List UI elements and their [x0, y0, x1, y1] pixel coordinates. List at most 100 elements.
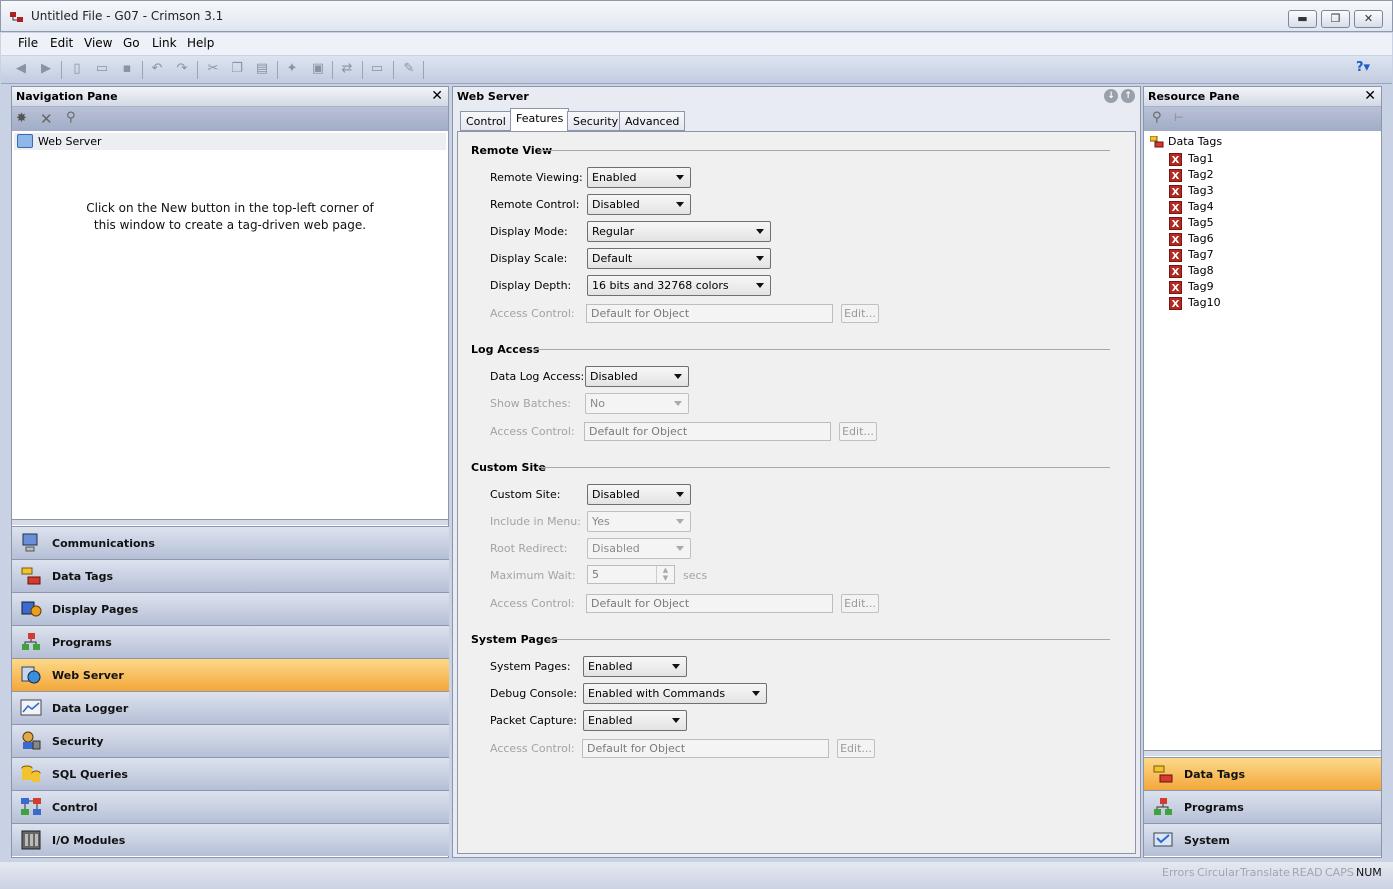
status-num: NUM: [1356, 866, 1382, 879]
programs-icon: [1154, 798, 1172, 815]
data-log-access-select[interactable]: Disabled: [585, 366, 689, 387]
tools-icon[interactable]: ✎: [401, 61, 417, 77]
tag-item[interactable]: X Tag9: [1169, 279, 1221, 295]
splitter-handle[interactable]: [1144, 750, 1381, 756]
resource-programs[interactable]: Programs: [1144, 790, 1381, 823]
tag-item[interactable]: X Tag5: [1169, 215, 1221, 231]
undo-icon[interactable]: ↶: [149, 61, 165, 77]
new-item-icon[interactable]: ✸: [16, 111, 27, 126]
custom-site-select[interactable]: Disabled: [587, 484, 691, 505]
back-icon[interactable]: ◀: [13, 61, 29, 77]
previous-icon[interactable]: ↑: [1121, 89, 1135, 103]
data-tags-icon: [1153, 765, 1173, 783]
help-icon[interactable]: ?▾: [1356, 60, 1382, 78]
nav-security[interactable]: Security: [12, 724, 449, 757]
resource-system[interactable]: System: [1144, 823, 1381, 856]
access-control-field[interactable]: Default for Object: [584, 422, 831, 441]
access-control-label: Access Control:: [490, 425, 575, 438]
include-in-menu-select[interactable]: Yes: [587, 511, 691, 532]
tag-item[interactable]: X Tag6: [1169, 231, 1221, 247]
editor-header: Web Server ↓ ↑: [453, 87, 1140, 107]
nav-sql-queries[interactable]: SQL Queries: [12, 757, 449, 790]
packet-capture-select[interactable]: Enabled: [583, 710, 687, 731]
cut-icon[interactable]: ✂: [205, 61, 221, 77]
new-file-icon[interactable]: ▯: [69, 61, 85, 77]
access-control-field[interactable]: Default for Object: [582, 739, 829, 758]
open-file-icon[interactable]: ▭: [94, 61, 110, 77]
menu-file[interactable]: File: [18, 36, 38, 50]
nav-web-server[interactable]: Web Server: [12, 658, 449, 691]
system-pages-select[interactable]: Enabled: [583, 656, 687, 677]
copy-icon[interactable]: ❐: [229, 61, 245, 77]
tab-control[interactable]: Control: [460, 111, 512, 131]
forward-icon[interactable]: ▶: [38, 61, 54, 77]
tag-item[interactable]: X Tag8: [1169, 263, 1221, 279]
display-depth-select[interactable]: 16 bits and 32768 colors: [587, 275, 771, 296]
nav-data-tags[interactable]: Data Tags: [12, 559, 449, 592]
tag-label: Tag2: [1188, 168, 1214, 181]
tag-item[interactable]: X Tag4: [1169, 199, 1221, 215]
show-batches-select[interactable]: No: [585, 393, 689, 414]
restore-button[interactable]: ❐: [1321, 10, 1350, 28]
nav-communications[interactable]: Communications: [12, 526, 449, 559]
tag-item[interactable]: X Tag7: [1169, 247, 1221, 263]
nav-programs[interactable]: Programs: [12, 625, 449, 658]
toolbar-separator: [197, 61, 198, 79]
access-edit-button[interactable]: Edit...: [841, 594, 879, 613]
tag-item[interactable]: X Tag1: [1169, 151, 1221, 167]
close-pane-icon[interactable]: ✕: [1364, 88, 1376, 104]
access-edit-button[interactable]: Edit...: [837, 739, 875, 758]
wait-spinner-arrows[interactable]: ▲ ▼: [656, 566, 674, 583]
section-system-pages: System Pages: [471, 633, 558, 646]
link-icon[interactable]: ⇄: [339, 61, 355, 77]
tree-item-web-server[interactable]: Web Server: [14, 133, 446, 150]
menu-go[interactable]: Go: [123, 36, 140, 50]
resource-data-tags[interactable]: Data Tags: [1144, 757, 1381, 790]
menu-link[interactable]: Link: [152, 36, 177, 50]
display-mode-label: Display Mode:: [490, 225, 568, 238]
include-in-menu-label: Include in Menu:: [490, 515, 581, 528]
tag-item[interactable]: X Tag2: [1169, 167, 1221, 183]
access-control-field[interactable]: Default for Object: [586, 594, 833, 613]
smart-edit-icon[interactable]: ✦: [284, 61, 300, 77]
tag-item[interactable]: X Tag10: [1169, 295, 1221, 311]
menu-help[interactable]: Help: [187, 36, 214, 50]
find-icon[interactable]: ⚲: [1152, 110, 1162, 125]
splitter-handle[interactable]: [12, 519, 448, 525]
minimize-button[interactable]: ▬: [1288, 10, 1317, 28]
root-redirect-select[interactable]: Disabled: [587, 538, 691, 559]
display-mode-select[interactable]: Regular: [587, 221, 771, 242]
next-icon[interactable]: ↓: [1104, 89, 1118, 103]
tab-advanced[interactable]: Advanced: [619, 111, 686, 131]
nav-data-logger[interactable]: Data Logger: [12, 691, 449, 724]
remote-control-select[interactable]: Disabled: [587, 194, 691, 215]
tag-item[interactable]: X Tag3: [1169, 183, 1221, 199]
close-window-button[interactable]: ✕: [1354, 10, 1383, 28]
access-control-label: Access Control:: [490, 307, 575, 320]
nav-display-pages[interactable]: Display Pages: [12, 592, 449, 625]
nav-control[interactable]: Control: [12, 790, 449, 823]
access-control-field[interactable]: Default for Object: [586, 304, 833, 323]
redo-icon[interactable]: ↷: [174, 61, 190, 77]
nav-io-modules[interactable]: I/O Modules: [12, 823, 449, 856]
tab-features[interactable]: Features: [510, 108, 570, 132]
tree-view-icon[interactable]: ⊢: [1174, 111, 1184, 124]
print-icon[interactable]: ▣: [310, 61, 326, 77]
menu-edit[interactable]: Edit: [50, 36, 73, 50]
menu-view[interactable]: View: [84, 36, 112, 50]
access-edit-button[interactable]: Edit...: [839, 422, 877, 441]
display-scale-select[interactable]: Default: [587, 248, 771, 269]
tab-security[interactable]: Security: [567, 111, 625, 131]
access-edit-button[interactable]: Edit...: [841, 304, 879, 323]
remote-viewing-label: Remote Viewing:: [490, 171, 583, 184]
close-pane-icon[interactable]: ✕: [431, 88, 443, 104]
data-tags-root[interactable]: Data Tags: [1149, 135, 1222, 148]
remote-viewing-select[interactable]: Enabled: [587, 167, 691, 188]
window-icon[interactable]: ▭: [369, 61, 385, 77]
save-icon[interactable]: ▪: [119, 61, 135, 77]
delete-icon[interactable]: ✕: [40, 110, 53, 128]
debug-console-select[interactable]: Enabled with Commands: [583, 683, 767, 704]
paste-icon[interactable]: ▤: [254, 61, 270, 77]
security-icon: [22, 731, 41, 750]
find-icon[interactable]: ⚲: [66, 110, 76, 125]
